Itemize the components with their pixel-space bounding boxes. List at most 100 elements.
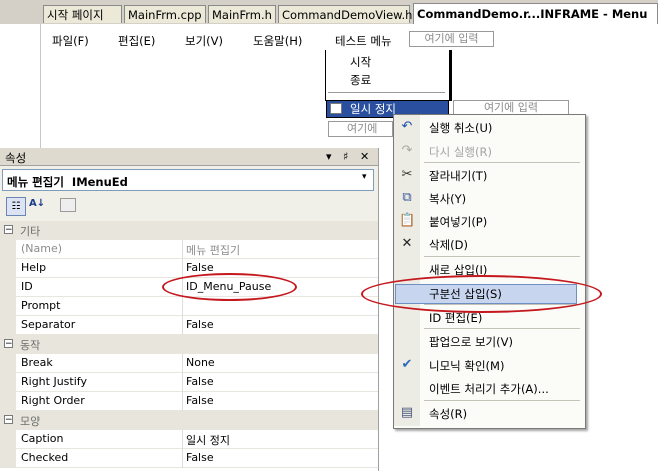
context-menu-item[interactable]: 삭제(D) <box>429 237 468 253</box>
property-category-row[interactable]: − 동작 <box>0 335 378 354</box>
dropdown-item-start[interactable]: 시작 <box>350 54 371 70</box>
panel-pin-icon[interactable]: ♯ <box>343 150 348 163</box>
cut-icon: ✂ <box>401 167 413 182</box>
dropdown-edge <box>449 50 451 100</box>
property-name: ID <box>21 280 33 293</box>
context-menu-item[interactable]: 속성(R) <box>429 406 467 422</box>
dropdown-item-exit[interactable]: 종료 <box>350 72 371 88</box>
designer-border <box>40 24 41 148</box>
panel-close-icon[interactable]: ✕ <box>360 150 369 163</box>
tab-start-page[interactable]: 시작 페이지 <box>43 5 122 23</box>
column-divider <box>182 259 183 278</box>
context-menu-item[interactable]: 복사(Y) <box>429 191 466 207</box>
row-gutter <box>0 278 16 297</box>
chevron-down-icon[interactable]: ▾ <box>362 172 367 182</box>
property-name: Help <box>21 261 47 274</box>
property-row[interactable]: Checked False <box>0 449 378 468</box>
column-divider <box>182 449 183 468</box>
context-menu-item[interactable]: 잘라내기(T) <box>429 168 487 184</box>
redo-icon: ↷ <box>401 143 413 158</box>
context-menu-item[interactable]: 붙여넣기(P) <box>429 214 487 230</box>
properties-title: 속성 <box>5 151 27 165</box>
categorized-icon[interactable]: ☷ <box>6 197 26 216</box>
mnemonic-check-icon: ✔ <box>401 357 413 372</box>
collapse-toggle-icon[interactable]: − <box>4 415 13 425</box>
context-menu-separator <box>424 400 580 401</box>
property-pages-icon[interactable] <box>60 198 76 212</box>
tab-mainfrm-cpp[interactable]: MainFrm.cpp <box>124 5 206 23</box>
property-row[interactable]: Right Justify False <box>0 373 378 392</box>
property-value[interactable]: None <box>186 356 215 369</box>
context-menu-item[interactable]: 이벤트 처리기 추가(A)... <box>429 381 549 397</box>
property-name: Checked <box>21 451 69 464</box>
insert-separator-highlight-ellipse <box>361 275 602 313</box>
properties-toolbar <box>0 194 378 220</box>
menu-edit[interactable]: 편집(E) <box>118 33 155 49</box>
dropdown-item-pause-label[interactable]: 일시 정지 <box>350 101 396 117</box>
dropdown-type-here[interactable]: 여기에 <box>328 121 393 137</box>
property-value[interactable]: False <box>186 318 214 331</box>
property-value[interactable]: 메뉴 편집기 <box>186 242 240 258</box>
property-row[interactable]: Right Order False <box>0 392 378 411</box>
context-menu-item[interactable]: 니모닉 확인(M) <box>429 358 504 374</box>
property-row[interactable]: Break None <box>0 354 378 373</box>
row-gutter <box>0 392 16 411</box>
context-menu-separator <box>424 256 580 257</box>
panel-dropdown-icon[interactable]: ▾ <box>326 150 332 163</box>
tab-mainfrm-h[interactable]: MainFrm.h <box>208 5 276 23</box>
column-divider <box>182 316 183 335</box>
context-menu-item[interactable]: 실행 취소(U) <box>429 120 492 136</box>
delete-icon: ✕ <box>401 236 413 251</box>
property-name: Prompt <box>21 299 61 312</box>
copy-icon: ⧉ <box>402 190 412 205</box>
category-name: 모양 <box>20 415 41 428</box>
collapse-toggle-icon[interactable]: − <box>4 339 13 349</box>
row-gutter <box>0 297 16 316</box>
row-gutter <box>0 259 16 278</box>
property-row[interactable]: Prompt <box>0 297 378 316</box>
property-category-row[interactable]: − 모양 <box>0 411 378 430</box>
property-value[interactable]: False <box>186 261 214 274</box>
undo-icon: ↶ <box>401 119 413 134</box>
row-gutter <box>0 240 16 259</box>
property-row[interactable]: Caption 일시 정지 <box>0 430 378 449</box>
column-divider <box>182 430 183 449</box>
dropdown-separator <box>328 92 445 93</box>
property-name: (Name) <box>21 242 63 255</box>
pause-item-marker <box>330 103 342 114</box>
property-row[interactable]: (Name) 메뉴 편집기 <box>0 240 378 259</box>
property-value[interactable]: 일시 정지 <box>186 432 230 448</box>
id-value-highlight-ellipse <box>162 273 297 301</box>
row-gutter <box>0 430 16 449</box>
property-name: Right Order <box>21 394 85 407</box>
column-divider <box>182 240 183 259</box>
context-menu-item: 다시 실행(R) <box>429 145 492 159</box>
property-value[interactable]: False <box>186 375 214 388</box>
alphabetical-sort-icon[interactable]: A↓ <box>29 198 45 209</box>
menu-help[interactable]: 도움말(H) <box>253 33 302 49</box>
context-menu-item[interactable]: 팝업으로 보기(V) <box>429 334 513 350</box>
menu-test[interactable]: 테스트 메뉴 <box>335 33 392 49</box>
context-menu-separator <box>424 162 580 163</box>
column-divider <box>182 297 183 316</box>
column-divider <box>182 354 183 373</box>
row-gutter <box>0 354 16 373</box>
menu-file[interactable]: 파일(F) <box>52 33 89 49</box>
object-selector-value: 메뉴 편집기 IMenuEd <box>7 175 128 189</box>
menu-view[interactable]: 보기(V) <box>185 33 223 49</box>
collapse-toggle-icon[interactable]: − <box>4 225 13 235</box>
column-divider <box>182 392 183 411</box>
row-gutter <box>0 449 16 468</box>
row-gutter <box>0 316 16 335</box>
property-category-row[interactable]: − 기타 <box>0 221 378 240</box>
property-name: Break <box>21 356 53 369</box>
row-gutter <box>0 373 16 392</box>
property-value[interactable]: False <box>186 451 214 464</box>
tab-commanddemoview-h[interactable]: CommandDemoView.h <box>278 5 412 23</box>
property-row[interactable]: Separator False <box>0 316 378 335</box>
context-menu-icon-gutter <box>394 115 420 426</box>
editor-gutter <box>0 24 40 144</box>
property-value[interactable]: False <box>186 394 214 407</box>
tab-menu-resource[interactable]: CommandDemo.r...INFRAME - Menu <box>413 3 658 24</box>
menubar-type-here[interactable]: 여기에 입력 <box>409 31 494 47</box>
